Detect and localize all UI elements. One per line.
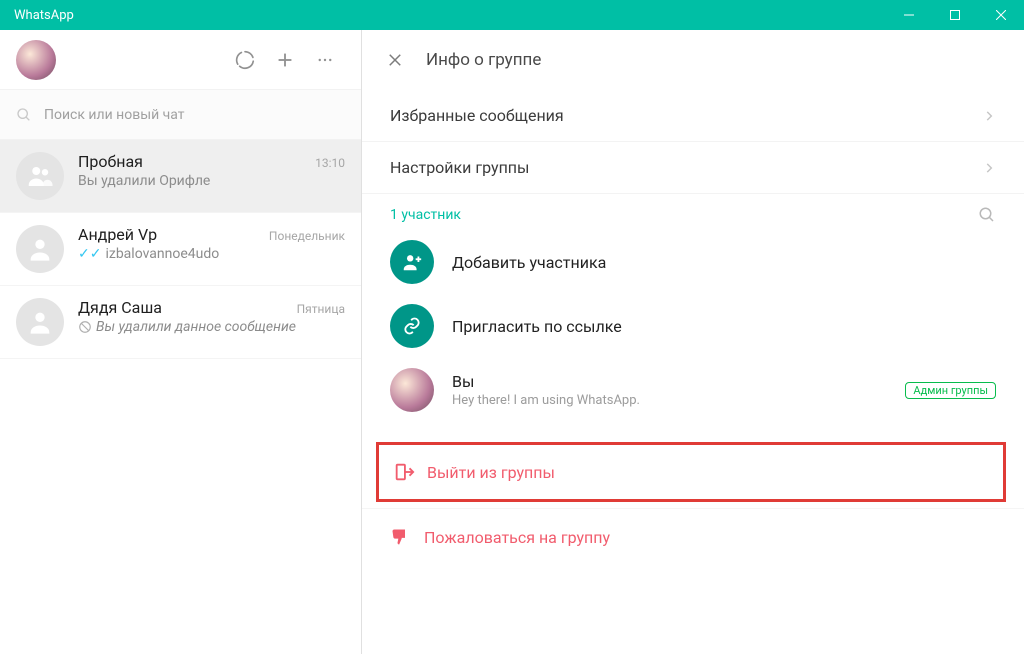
sidebar-header [0, 30, 361, 90]
report-group-row[interactable]: Пожаловаться на группу [362, 508, 1024, 565]
main-area: Поиск или новый чат Пробная 13:10 Вы уда… [0, 30, 1024, 654]
report-group-label: Пожаловаться на группу [424, 528, 610, 547]
search-participants-icon[interactable] [978, 206, 996, 224]
thumbs-down-icon [390, 527, 424, 547]
add-participant-label: Добавить участника [452, 253, 996, 272]
group-info-panel: Инфо о группе Избранные сообщения Настро… [362, 30, 1024, 654]
starred-messages-label: Избранные сообщения [390, 106, 564, 125]
exit-icon [393, 461, 427, 483]
participant-you-row[interactable]: Вы Hey there! I am using WhatsApp. Админ… [362, 358, 1024, 422]
new-chat-icon[interactable] [265, 49, 305, 71]
invite-link-row[interactable]: Пригласить по ссылке [362, 294, 1024, 358]
chevron-right-icon [982, 161, 996, 175]
add-participant-icon [390, 240, 434, 284]
titlebar: WhatsApp [0, 0, 1024, 30]
link-icon [390, 304, 434, 348]
app-window: WhatsApp [0, 0, 1024, 654]
add-participant-row[interactable]: Добавить участника [362, 230, 1024, 294]
chat-subtitle: Вы удалили Орифле [78, 173, 345, 189]
status-icon[interactable] [225, 50, 265, 70]
chat-name: Пробная [78, 152, 143, 171]
minimize-button[interactable] [886, 0, 932, 30]
blocked-icon [78, 320, 92, 334]
info-header: Инфо о группе [362, 30, 1024, 90]
group-settings-row[interactable]: Настройки группы [362, 141, 1024, 193]
chat-item[interactable]: Андрей Vp Понедельник ✓✓ izbalovannoe4ud… [0, 213, 361, 286]
chat-subtitle: ✓✓ izbalovannoe4udo [78, 246, 345, 262]
invite-link-label: Пригласить по ссылке [452, 317, 996, 336]
chat-item[interactable]: Дядя Саша Пятница Вы удалили данное сооб… [0, 286, 361, 359]
group-avatar-icon [16, 152, 64, 200]
search-icon [16, 107, 44, 123]
admin-badge: Админ группы [905, 382, 996, 399]
person-avatar-icon [16, 298, 64, 346]
exit-group-label: Выйти из группы [427, 463, 555, 482]
sidebar: Поиск или новый чат Пробная 13:10 Вы уда… [0, 30, 362, 654]
chat-subtitle: Вы удалили данное сообщение [78, 319, 345, 335]
exit-group-highlight: Выйти из группы [376, 442, 1006, 502]
person-avatar-icon [16, 225, 64, 273]
search-row[interactable]: Поиск или новый чат [0, 90, 361, 140]
you-status: Hey there! I am using WhatsApp. [452, 393, 905, 408]
you-avatar [390, 368, 434, 412]
info-title: Инфо о группе [426, 50, 541, 70]
close-window-button[interactable] [978, 0, 1024, 30]
chat-time: Пятница [297, 302, 345, 316]
current-user-avatar[interactable] [16, 40, 56, 80]
chat-time: 13:10 [315, 156, 345, 170]
app-title: WhatsApp [14, 8, 74, 23]
chat-time: Понедельник [269, 229, 345, 243]
chat-name: Дядя Саша [78, 298, 162, 317]
exit-group-row[interactable]: Выйти из группы [379, 445, 1003, 499]
close-info-button[interactable] [386, 51, 426, 69]
window-controls [886, 0, 1024, 30]
chat-item[interactable]: Пробная 13:10 Вы удалили Орифле [0, 140, 361, 213]
participants-count: 1 участник [390, 207, 461, 223]
you-label: Вы [452, 372, 905, 391]
menu-icon[interactable] [305, 51, 345, 69]
double-check-icon: ✓✓ [78, 246, 101, 262]
search-placeholder: Поиск или новый чат [44, 107, 185, 123]
participants-header: 1 участник [362, 193, 1024, 230]
info-scroll[interactable]: Избранные сообщения Настройки группы 1 у… [362, 90, 1024, 654]
group-settings-label: Настройки группы [390, 158, 529, 177]
starred-messages-row[interactable]: Избранные сообщения [362, 90, 1024, 141]
chat-name: Андрей Vp [78, 225, 157, 244]
maximize-button[interactable] [932, 0, 978, 30]
chevron-right-icon [982, 109, 996, 123]
